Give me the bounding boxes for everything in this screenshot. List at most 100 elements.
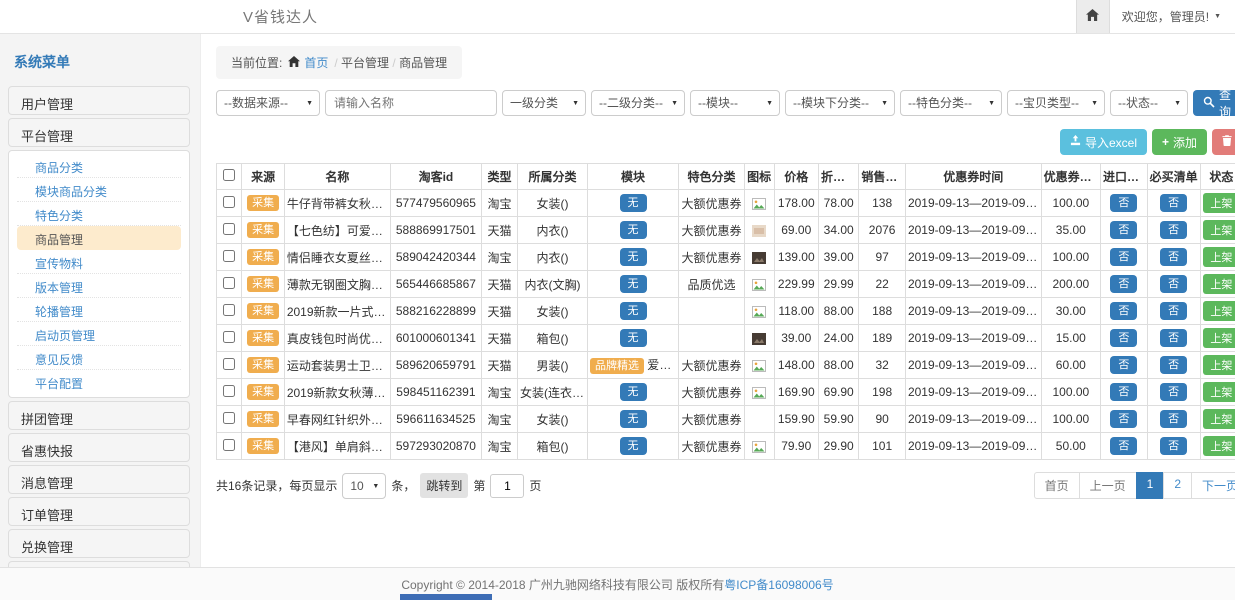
status-button[interactable]: 上架	[1203, 193, 1235, 213]
sidebar-subitem[interactable]: 商品分类	[17, 154, 181, 178]
discount-price-cell: 34.00	[819, 217, 859, 244]
status-button[interactable]: 上架	[1203, 436, 1235, 456]
row-checkbox[interactable]	[223, 250, 235, 262]
must-buy-toggle[interactable]: 否	[1160, 302, 1187, 320]
name-cell: 【七色纺】可爱纯棉家...	[284, 217, 390, 244]
sidebar-subitem[interactable]: 商品管理	[17, 226, 181, 250]
type-cell: 天猫	[481, 325, 517, 352]
sidebar-subitem[interactable]: 轮播管理	[17, 298, 181, 322]
per-page-select[interactable]: 10	[342, 473, 386, 499]
search-button[interactable]: 查询	[1193, 90, 1235, 116]
icon-cell	[744, 352, 774, 379]
pager-button[interactable]: 首页	[1034, 472, 1080, 499]
filter-select[interactable]: 一级分类	[502, 90, 586, 116]
sidebar-subitem[interactable]: 启动页管理	[17, 322, 181, 346]
source-select-wrap: --数据来源--	[216, 90, 320, 116]
icp-link[interactable]: 粤ICP备16098006号	[724, 576, 833, 593]
jump-page-input[interactable]	[490, 474, 524, 498]
status-button[interactable]: 上架	[1203, 328, 1235, 348]
row-checkbox[interactable]	[223, 277, 235, 289]
name-cell: 牛仔背带裤女秋装减龄...	[284, 190, 390, 217]
sidebar-group[interactable]: 订单管理	[8, 497, 190, 526]
imported-toggle[interactable]: 否	[1110, 221, 1137, 239]
sidebar-subitem[interactable]: 模块商品分类	[17, 178, 181, 202]
filter-select[interactable]: --二级分类--	[591, 90, 685, 116]
column-header: 名称	[284, 164, 390, 190]
must-buy-toggle[interactable]: 否	[1160, 383, 1187, 401]
data-source-select[interactable]: --数据来源--	[216, 90, 320, 116]
imported-toggle[interactable]: 否	[1110, 437, 1137, 455]
filter-select[interactable]: --模块--	[690, 90, 780, 116]
must-buy-toggle[interactable]: 否	[1160, 329, 1187, 347]
status-button[interactable]: 上架	[1203, 409, 1235, 429]
column-header: 销售数量	[859, 164, 906, 190]
pager-button[interactable]: 1	[1136, 472, 1165, 499]
name-search-input[interactable]	[325, 90, 497, 116]
sidebar-subitem[interactable]: 宣传物料	[17, 250, 181, 274]
icon-cell	[744, 325, 774, 352]
must-buy-toggle[interactable]: 否	[1160, 275, 1187, 293]
status-button[interactable]: 上架	[1203, 274, 1235, 294]
add-button[interactable]: + 添加	[1152, 129, 1207, 155]
sidebar-subitem[interactable]: 特色分类	[17, 202, 181, 226]
sidebar-group[interactable]: 用户管理	[8, 86, 190, 115]
filter-select[interactable]: --模块下分类--	[785, 90, 895, 116]
user-menu[interactable]: 欢迎您，管理员! ▼	[1110, 8, 1235, 25]
breadcrumb-separator: /	[389, 56, 399, 70]
must-buy-toggle[interactable]: 否	[1160, 356, 1187, 374]
batch-delete-button[interactable]: 批量删除	[1212, 129, 1235, 155]
imported-toggle[interactable]: 否	[1110, 356, 1137, 374]
imported-toggle[interactable]: 否	[1110, 248, 1137, 266]
filter-select[interactable]: --状态--	[1110, 90, 1188, 116]
status-button[interactable]: 上架	[1203, 382, 1235, 402]
main-area: 系统菜单 用户管理平台管理商品分类模块商品分类特色分类商品管理宣传物料版本管理轮…	[0, 34, 1235, 567]
sidebar-group[interactable]: 消息管理	[8, 465, 190, 494]
name-cell: 薄款无钢圈文胸聚拢性...	[284, 271, 390, 298]
jump-button[interactable]: 跳转到	[420, 473, 468, 498]
status-button[interactable]: 上架	[1203, 220, 1235, 240]
row-checkbox[interactable]	[223, 304, 235, 316]
pager-button[interactable]: 下一页	[1191, 472, 1235, 499]
import-excel-button[interactable]: 导入excel	[1060, 129, 1147, 155]
sidebar-subitem[interactable]: 意见反馈	[17, 346, 181, 370]
imported-toggle[interactable]: 否	[1110, 275, 1137, 293]
imported-toggle[interactable]: 否	[1110, 383, 1137, 401]
status-button[interactable]: 上架	[1203, 301, 1235, 321]
sidebar-subitem[interactable]: 版本管理	[17, 274, 181, 298]
row-checkbox[interactable]	[223, 196, 235, 208]
must-buy-toggle[interactable]: 否	[1160, 194, 1187, 212]
column-header: 图标	[744, 164, 774, 190]
table-row: 采集早春网红针织外套女春...596611634525淘宝女装()无大额优惠券1…	[217, 406, 1235, 433]
pager-button[interactable]: 上一页	[1079, 472, 1137, 499]
row-checkbox[interactable]	[223, 412, 235, 424]
pager-button[interactable]: 2	[1163, 472, 1192, 499]
row-checkbox[interactable]	[223, 331, 235, 343]
sidebar-group[interactable]: 省惠快报	[8, 433, 190, 462]
filter-select[interactable]: --特色分类--	[900, 90, 1002, 116]
must-buy-toggle[interactable]: 否	[1160, 410, 1187, 428]
must-buy-toggle[interactable]: 否	[1160, 221, 1187, 239]
sidebar-group[interactable]: 拼团管理	[8, 401, 190, 430]
sidebar-group[interactable]: 平台管理	[8, 118, 190, 147]
imported-toggle[interactable]: 否	[1110, 329, 1137, 347]
breadcrumb-home-link[interactable]: 首页	[288, 54, 328, 71]
sidebar-subitem[interactable]: 平台配置	[17, 370, 181, 394]
home-button[interactable]	[1076, 0, 1110, 33]
imported-toggle[interactable]: 否	[1110, 194, 1137, 212]
imported-toggle[interactable]: 否	[1110, 410, 1137, 428]
sidebar-group[interactable]: 兑换管理	[8, 529, 190, 558]
row-checkbox[interactable]	[223, 358, 235, 370]
row-checkbox[interactable]	[223, 385, 235, 397]
imported-toggle[interactable]: 否	[1110, 302, 1137, 320]
filter-select[interactable]: --宝贝类型--	[1007, 90, 1105, 116]
status-button[interactable]: 上架	[1203, 247, 1235, 267]
status-button[interactable]: 上架	[1203, 355, 1235, 375]
row-checkbox[interactable]	[223, 439, 235, 451]
must-buy-toggle[interactable]: 否	[1160, 248, 1187, 266]
row-checkbox[interactable]	[223, 223, 235, 235]
price-cell: 178.00	[774, 190, 819, 217]
must-buy-toggle[interactable]: 否	[1160, 437, 1187, 455]
type-cell: 天猫	[481, 217, 517, 244]
search-button-label: 查询	[1219, 86, 1231, 120]
select-all-checkbox[interactable]	[223, 169, 235, 181]
